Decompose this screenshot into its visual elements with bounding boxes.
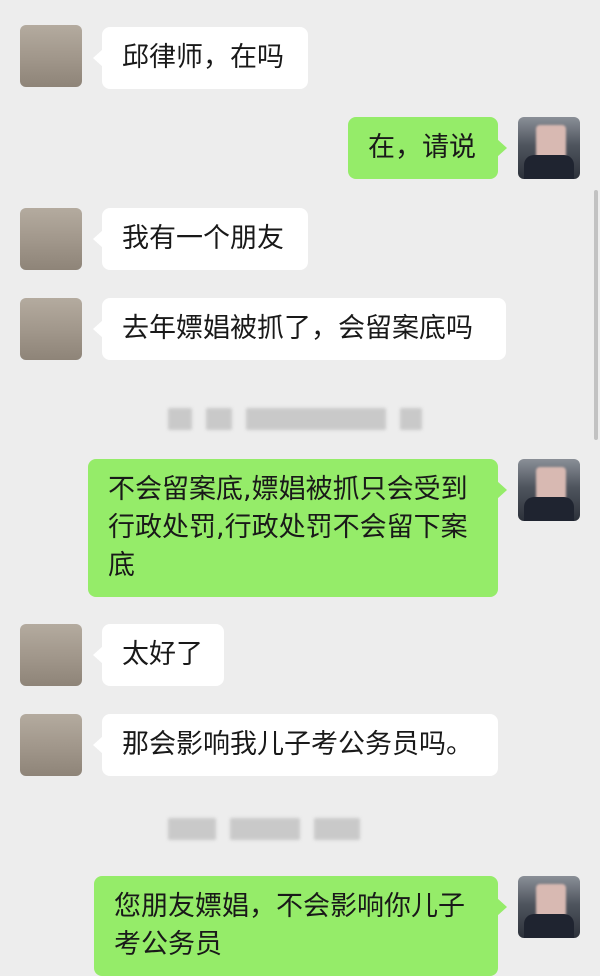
contact-avatar[interactable] <box>20 714 82 776</box>
message-bubble-received[interactable]: 邱律师，在吗 <box>93 27 308 89</box>
timestamp-blurred <box>168 407 422 431</box>
message-bubble-sent[interactable]: 在，请说 <box>348 117 507 179</box>
contact-avatar[interactable] <box>20 624 82 686</box>
timestamp-blurred <box>168 817 360 841</box>
contact-avatar[interactable] <box>20 25 82 87</box>
blurred-face <box>536 884 566 918</box>
scrollbar[interactable] <box>594 190 598 440</box>
blurred-face <box>536 467 566 501</box>
contact-avatar[interactable] <box>20 208 82 270</box>
lawyer-avatar[interactable] <box>518 876 580 938</box>
contact-avatar[interactable] <box>20 298 82 360</box>
lawyer-avatar[interactable] <box>518 459 580 521</box>
avatar-figure <box>524 914 574 938</box>
message-bubble-received[interactable]: 太好了 <box>93 624 224 686</box>
message-bubble-sent[interactable]: 不会留案底,嫖娼被抓只会受到行政处罚,行政处罚不会留下案底 <box>88 459 507 597</box>
lawyer-avatar[interactable] <box>518 117 580 179</box>
blurred-face <box>536 125 566 159</box>
message-bubble-sent[interactable]: 您朋友嫖娼，不会影响你儿子考公务员 <box>94 876 507 976</box>
avatar-figure <box>524 155 574 179</box>
message-bubble-received[interactable]: 我有一个朋友 <box>93 208 308 270</box>
avatar-figure <box>524 497 574 521</box>
message-bubble-received[interactable]: 去年嫖娼被抓了，会留案底吗 <box>93 298 506 360</box>
chat-thread: 邱律师，在吗 在，请说 我有一个朋友 去年嫖娼被抓了，会留案底吗 不会留案底,嫖… <box>0 0 600 976</box>
message-bubble-received[interactable]: 那会影响我儿子考公务员吗。 <box>93 714 498 776</box>
